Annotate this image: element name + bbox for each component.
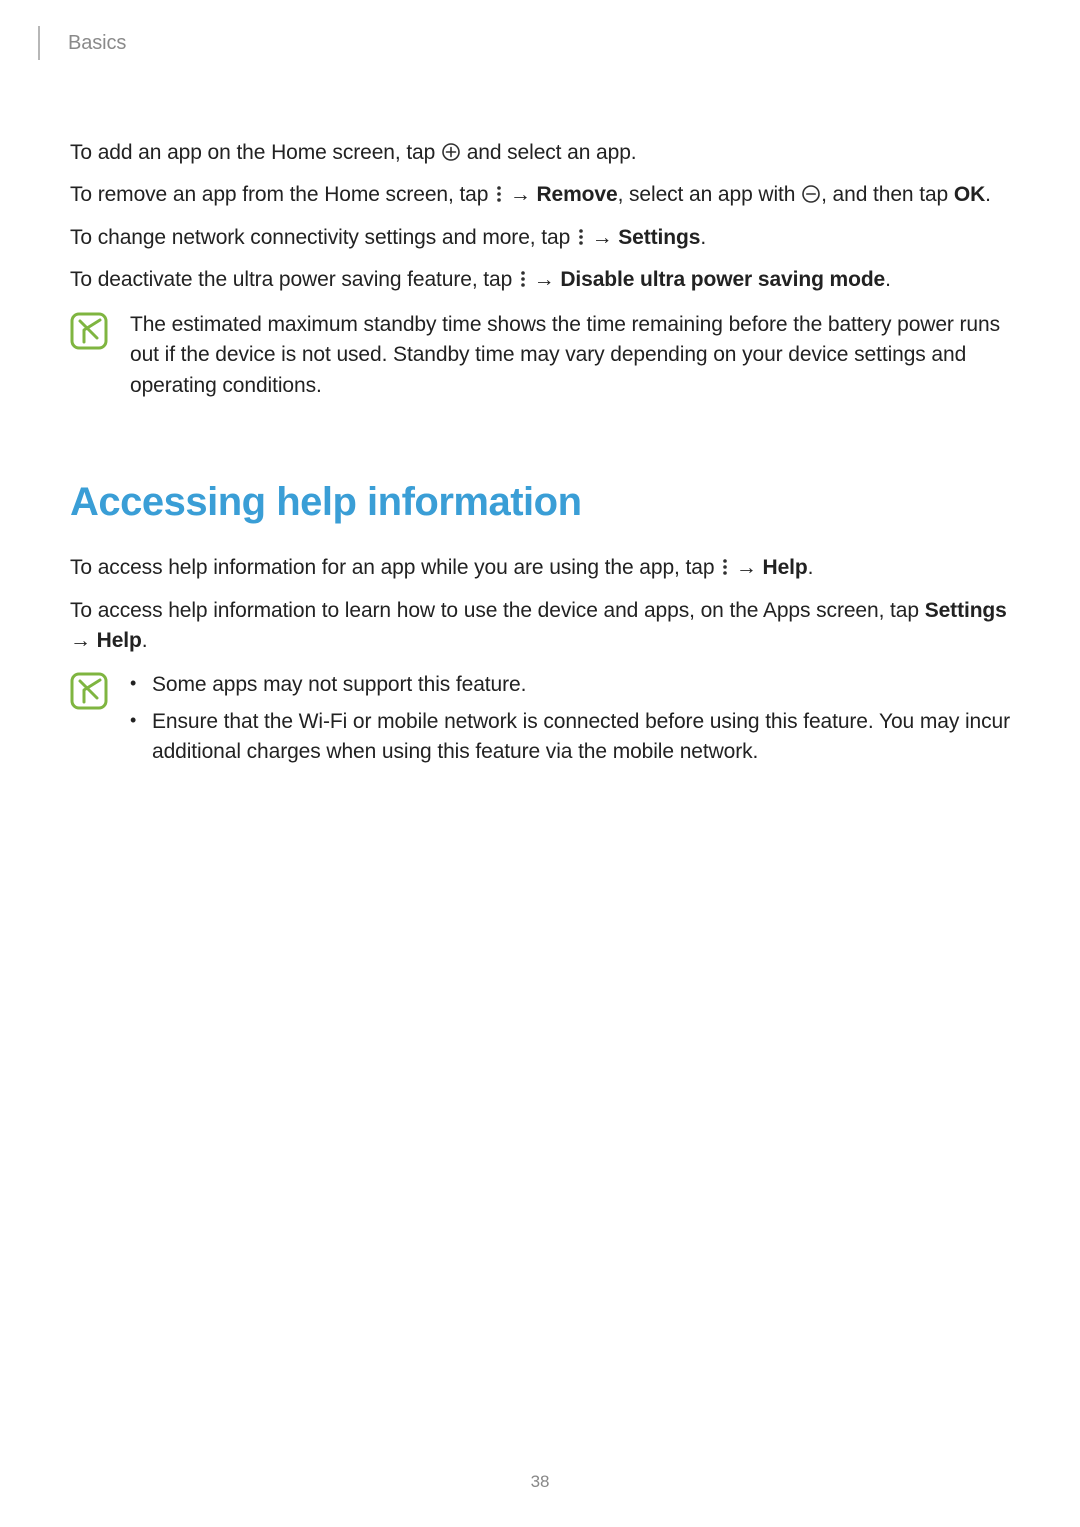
text: . xyxy=(985,183,991,206)
list-item: Some apps may not support this feature. xyxy=(130,670,1010,700)
text: To access help information to learn how … xyxy=(70,599,925,622)
note-bullet-list: Some apps may not support this feature. … xyxy=(130,670,1010,767)
page-header: Basics xyxy=(70,26,1010,60)
breadcrumb: Basics xyxy=(68,29,126,58)
page-number: 38 xyxy=(0,1470,1080,1495)
note-body: Some apps may not support this feature. … xyxy=(130,670,1010,773)
text: . xyxy=(142,629,148,652)
paragraph-help-app: To access help information for an app wh… xyxy=(70,553,1010,583)
text: , select an app with xyxy=(618,183,802,206)
more-options-icon xyxy=(495,185,503,203)
paragraph-remove-app: To remove an app from the Home screen, t… xyxy=(70,180,1010,210)
minus-circle-icon xyxy=(802,185,820,203)
more-options-icon xyxy=(519,270,527,288)
text: Ensure that the Wi-Fi or mobile network … xyxy=(152,710,1010,763)
text: . xyxy=(885,268,891,291)
menu-item-help: Help xyxy=(763,556,808,579)
more-options-icon xyxy=(721,558,729,576)
text: To change network connectivity settings … xyxy=(70,226,576,249)
section-heading-accessing-help: Accessing help information xyxy=(70,473,1010,531)
list-item: Ensure that the Wi-Fi or mobile network … xyxy=(130,707,1010,768)
text: To add an app on the Home screen, tap xyxy=(70,141,441,164)
menu-item-disable-ultra-power-saving: Disable ultra power saving mode xyxy=(560,268,885,291)
text: Some apps may not support this feature. xyxy=(152,673,526,696)
note-text: The estimated maximum standby time shows… xyxy=(130,313,1000,397)
page: Basics To add an app on the Home screen,… xyxy=(0,0,1080,854)
menu-item-settings: Settings xyxy=(925,599,1007,622)
text: To access help information for an app wh… xyxy=(70,556,720,579)
menu-item-remove: Remove xyxy=(536,183,617,206)
button-label-ok: OK xyxy=(954,183,985,206)
more-options-icon xyxy=(577,228,585,246)
arrow: → xyxy=(586,226,618,249)
menu-item-help: Help xyxy=(97,629,142,652)
header-divider xyxy=(38,26,40,60)
text: To remove an app from the Home screen, t… xyxy=(70,183,494,206)
note-standby-time: The estimated maximum standby time shows… xyxy=(70,310,1010,401)
note-help-caveats: Some apps may not support this feature. … xyxy=(70,670,1010,773)
menu-item-settings: Settings xyxy=(618,226,700,249)
paragraph-add-app: To add an app on the Home screen, tap an… xyxy=(70,138,1010,168)
arrow: → xyxy=(730,556,762,579)
arrow: → xyxy=(528,268,560,291)
paragraph-disable-ultra: To deactivate the ultra power saving fea… xyxy=(70,265,1010,295)
paragraph-help-device: To access help information to learn how … xyxy=(70,596,1010,657)
note-body: The estimated maximum standby time shows… xyxy=(130,310,1010,401)
paragraph-network-settings: To change network connectivity settings … xyxy=(70,223,1010,253)
plus-circle-icon xyxy=(442,143,460,161)
text: and select an app. xyxy=(461,141,637,164)
arrow: → xyxy=(70,629,97,652)
arrow: → xyxy=(504,183,536,206)
note-icon xyxy=(70,672,108,710)
note-icon xyxy=(70,312,108,350)
text: . xyxy=(700,226,706,249)
text: , and then tap xyxy=(821,183,954,206)
text: To deactivate the ultra power saving fea… xyxy=(70,268,518,291)
text: . xyxy=(808,556,814,579)
